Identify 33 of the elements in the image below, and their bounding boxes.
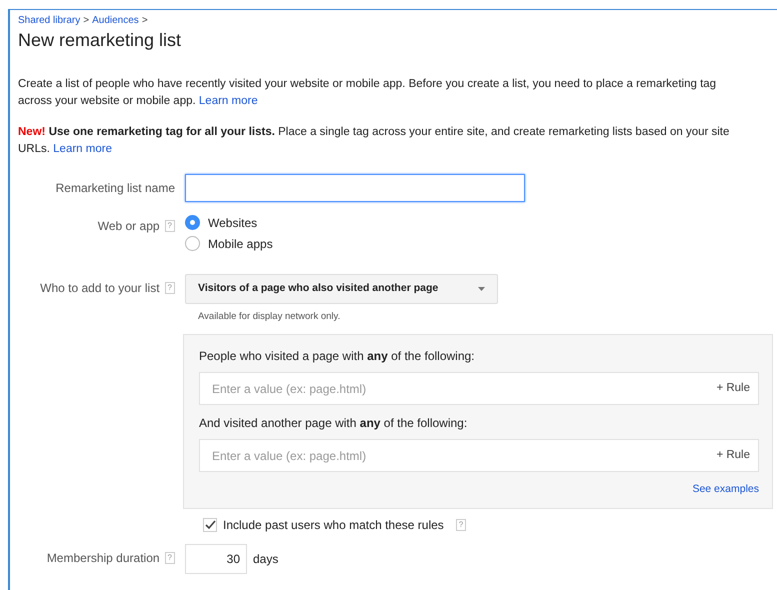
rule-label: And visited another page with any of the following:: [199, 415, 468, 432]
checkmark-icon: [204, 520, 216, 530]
rule-input[interactable]: Enter a value (ex: page.html) + Rule: [199, 372, 759, 406]
days-input[interactable]: 30: [185, 544, 247, 574]
text-input[interactable]: [185, 174, 525, 202]
rule-input[interactable]: Enter a value (ex: page.html) + Rule: [199, 439, 759, 472]
rule-label: People who visited a page with any of the following:: [199, 348, 476, 364]
breadcrumb-separator: >: [142, 15, 148, 27]
add-rule-link[interactable]: + Rule: [716, 447, 750, 464]
breadcrumb-link[interactable]: Shared library: [18, 15, 80, 27]
field-label: Remarketing list name: [56, 180, 175, 197]
radio-button[interactable]: [185, 215, 200, 230]
see-examples-link[interactable]: See examples: [692, 482, 759, 498]
learn-more-link[interactable]: Learn more: [53, 143, 112, 155]
field-label: Web or app: [98, 218, 160, 235]
checkbox[interactable]: [203, 518, 217, 532]
checkbox-label: Include past users who match these rules: [223, 517, 444, 534]
field-label: Who to add to your list: [40, 280, 160, 297]
notice-paragraph: New! Use one remarketing tag for all your lists. Place a single tag across your entire site, and create remarketing lists based on your site URLs. Learn more: [18, 125, 730, 157]
caret-icon: [478, 287, 485, 291]
learn-more-link[interactable]: Learn more: [198, 95, 258, 107]
intro-paragraph: Create a list of people who have recently visited your website or mobile app. Before you create a list, you need to place a remarketing tag across your website or mobile app. Learn more: [18, 77, 718, 109]
helper-text: Available for display network only.: [198, 310, 342, 324]
breadcrumb-link[interactable]: Audiences: [92, 15, 139, 27]
breadcrumb-separator: >: [83, 15, 90, 27]
add-rule-link[interactable]: + Rule: [716, 380, 750, 398]
page-title: New remarketing list: [18, 29, 182, 52]
field-label: Membership duration: [46, 550, 160, 567]
radio-button[interactable]: [185, 236, 200, 251]
dropdown[interactable]: Visitors of a page who also visited another page: [185, 274, 498, 304]
radio-label: Mobile apps: [208, 236, 273, 252]
unit-label: days: [253, 551, 278, 568]
radio-label: Websites: [208, 214, 258, 232]
